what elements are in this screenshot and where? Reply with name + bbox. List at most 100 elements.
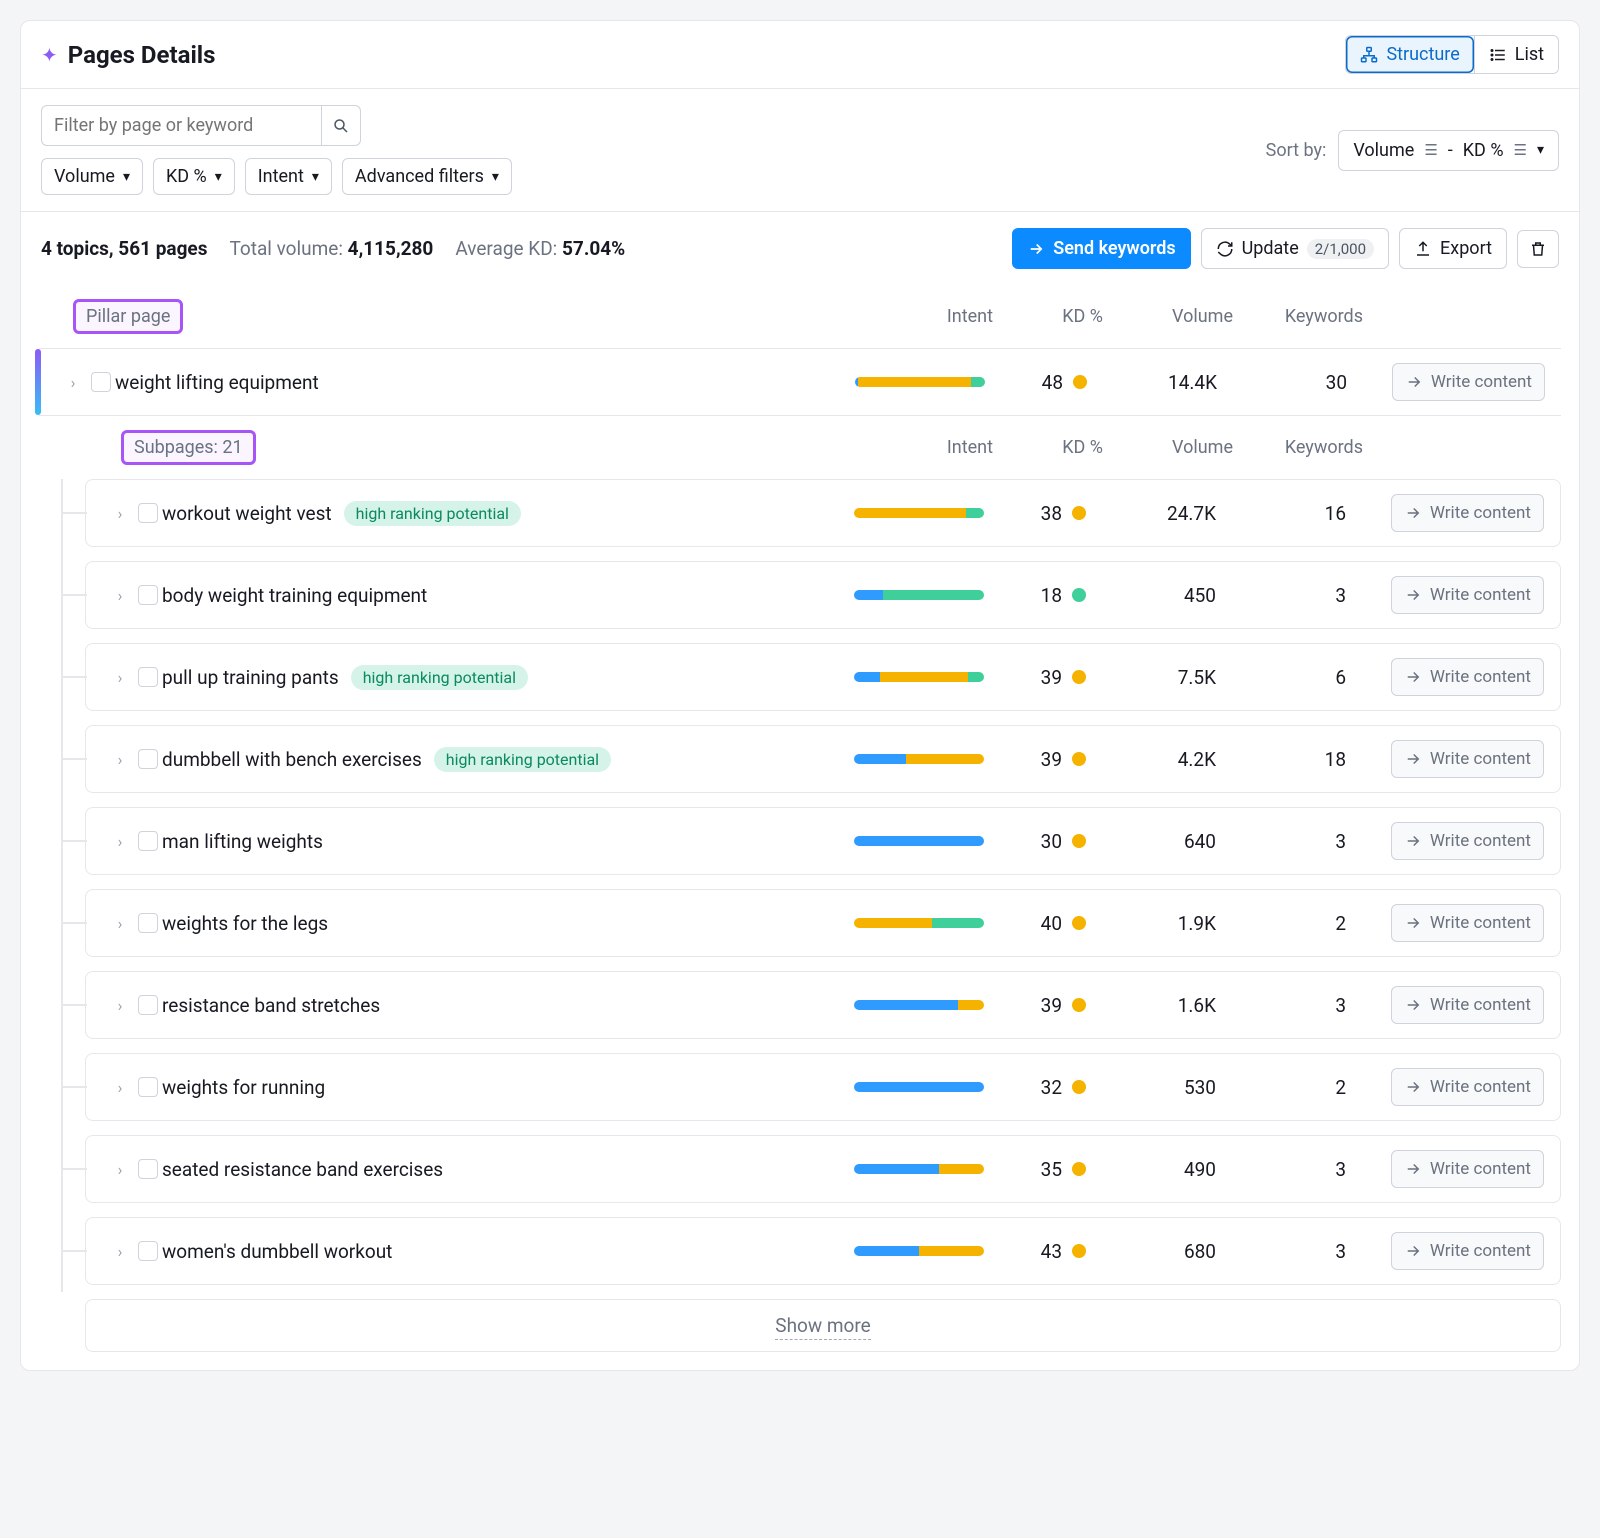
expand-toggle[interactable]: › xyxy=(102,586,138,605)
filter-kd[interactable]: KD %▾ xyxy=(153,158,235,195)
write-content-button[interactable]: Write content xyxy=(1391,904,1544,942)
write-content-button[interactable]: Write content xyxy=(1392,363,1545,401)
row-checkbox[interactable] xyxy=(138,913,158,933)
structure-icon xyxy=(1360,46,1378,64)
subpage-row: ›women's dumbbell workout436803Write con… xyxy=(85,1217,1561,1285)
subpage-name: women's dumbbell workout xyxy=(162,1240,392,1263)
row-checkbox[interactable] xyxy=(91,372,111,392)
pillar-kd: 48 xyxy=(1042,371,1063,394)
send-keywords-button[interactable]: Send keywords xyxy=(1012,228,1190,269)
intent-bar xyxy=(854,1246,984,1256)
write-content-button[interactable]: Write content xyxy=(1391,740,1544,778)
update-button[interactable]: Update 2/1,000 xyxy=(1201,228,1389,269)
kd-dot xyxy=(1072,834,1086,848)
subpage-row: › workout weight vest high ranking potenti… xyxy=(85,479,1561,547)
filter-intent[interactable]: Intent▾ xyxy=(245,158,332,195)
pages-details-panel: ✦ Pages Details Structure List Volu xyxy=(20,20,1580,1371)
keywords-value: 3 xyxy=(1224,584,1354,607)
write-content-button[interactable]: Write content xyxy=(1391,1150,1544,1188)
row-checkbox[interactable] xyxy=(138,585,158,605)
row-checkbox[interactable] xyxy=(138,831,158,851)
expand-toggle[interactable]: › xyxy=(102,914,138,933)
row-checkbox[interactable] xyxy=(138,1077,158,1097)
row-checkbox[interactable] xyxy=(138,995,158,1015)
write-content-button[interactable]: Write content xyxy=(1391,822,1544,860)
expand-toggle[interactable]: › xyxy=(102,504,138,523)
row-checkbox[interactable] xyxy=(138,667,158,687)
subpage-row: ›pull up training pantshigh ranking pote… xyxy=(85,643,1561,711)
search-input[interactable] xyxy=(41,105,321,146)
row-checkbox[interactable] xyxy=(138,1241,158,1261)
kd-dot xyxy=(1072,506,1086,520)
volume-value: 490 xyxy=(1094,1158,1224,1181)
row-checkbox[interactable] xyxy=(138,503,158,523)
subpage-name: weights for running xyxy=(162,1076,325,1099)
kd-value: 30 xyxy=(1041,830,1062,853)
volume-value: 450 xyxy=(1094,584,1224,607)
kd-value: 39 xyxy=(1041,748,1062,771)
row-checkbox[interactable] xyxy=(138,1159,158,1179)
view-structure-button[interactable]: Structure xyxy=(1346,36,1473,73)
kd-dot xyxy=(1072,1080,1086,1094)
subpage-name: workout weight vest xyxy=(162,502,332,525)
row-checkbox[interactable] xyxy=(138,749,158,769)
chevron-down-icon: ▾ xyxy=(1537,142,1544,158)
col-kd: KD % xyxy=(1001,306,1111,327)
intent-bar xyxy=(854,918,984,928)
sparkle-icon: ✦ xyxy=(41,43,58,67)
write-content-button[interactable]: Write content xyxy=(1391,494,1544,532)
volume-value: 7.5K xyxy=(1094,666,1224,689)
write-content-button[interactable]: Write content xyxy=(1391,1232,1544,1270)
export-button[interactable]: Export xyxy=(1399,228,1507,269)
expand-toggle[interactable]: › xyxy=(102,996,138,1015)
keywords-value: 18 xyxy=(1224,748,1354,771)
kd-dot xyxy=(1072,916,1086,930)
write-content-button[interactable]: Write content xyxy=(1391,986,1544,1024)
ranking-badge: high ranking potential xyxy=(434,747,611,772)
filter-advanced[interactable]: Advanced filters▾ xyxy=(342,158,512,195)
write-content-button[interactable]: Write content xyxy=(1391,576,1544,614)
kd-dot xyxy=(1072,752,1086,766)
volume-value: 680 xyxy=(1094,1240,1224,1263)
volume-value: 1.9K xyxy=(1094,912,1224,935)
expand-toggle[interactable]: › xyxy=(102,1078,138,1097)
expand-toggle[interactable]: › xyxy=(102,668,138,687)
expand-toggle[interactable]: › xyxy=(102,1160,138,1179)
ranking-badge: high ranking potential xyxy=(351,665,528,690)
trash-icon xyxy=(1529,240,1547,258)
keywords-value: 3 xyxy=(1224,994,1354,1017)
intent-bar xyxy=(854,672,984,682)
arrow-icon xyxy=(1405,373,1423,391)
expand-toggle[interactable]: › xyxy=(102,1242,138,1261)
subpage-name: seated resistance band exercises xyxy=(162,1158,443,1181)
volume-value: 640 xyxy=(1094,830,1224,853)
expand-toggle[interactable]: › xyxy=(55,373,91,392)
intent-bar xyxy=(854,1164,984,1174)
expand-toggle[interactable]: › xyxy=(102,750,138,769)
chevron-down-icon: ▾ xyxy=(312,169,319,185)
volume-value: 1.6K xyxy=(1094,994,1224,1017)
subpage-row: ›body weight training equipment184503Wri… xyxy=(85,561,1561,629)
subpage-row: ›man lifting weights306403Write content xyxy=(85,807,1561,875)
total-volume-value: 4,115,280 xyxy=(348,237,434,260)
kd-dot xyxy=(1073,375,1087,389)
filters-row: Volume▾ KD %▾ Intent▾ Advanced filters▾ … xyxy=(21,89,1579,211)
search-button[interactable] xyxy=(321,105,361,146)
write-content-button[interactable]: Write content xyxy=(1391,658,1544,696)
sort-select[interactable]: Volume ☰ - KD % ☰ ▾ xyxy=(1338,130,1559,171)
ranking-badge: high ranking potential xyxy=(344,501,521,526)
list-icon xyxy=(1489,46,1507,64)
show-more-button[interactable]: Show more xyxy=(85,1299,1561,1352)
write-content-button[interactable]: Write content xyxy=(1391,1068,1544,1106)
expand-toggle[interactable]: › xyxy=(102,832,138,851)
kd-value: 35 xyxy=(1041,1158,1062,1181)
subpages-label: Subpages: 21 xyxy=(121,430,256,465)
summary-count: 4 topics, 561 pages xyxy=(41,237,207,260)
pillar-page-label: Pillar page xyxy=(73,299,183,334)
subpages-wrap: › workout weight vest high ranking potenti… xyxy=(21,479,1579,1352)
kd-dot xyxy=(1072,1162,1086,1176)
view-list-button[interactable]: List xyxy=(1474,36,1558,73)
delete-button[interactable] xyxy=(1517,230,1559,268)
subpage-row: ›weights for running325302Write content xyxy=(85,1053,1561,1121)
filter-volume[interactable]: Volume▾ xyxy=(41,158,143,195)
